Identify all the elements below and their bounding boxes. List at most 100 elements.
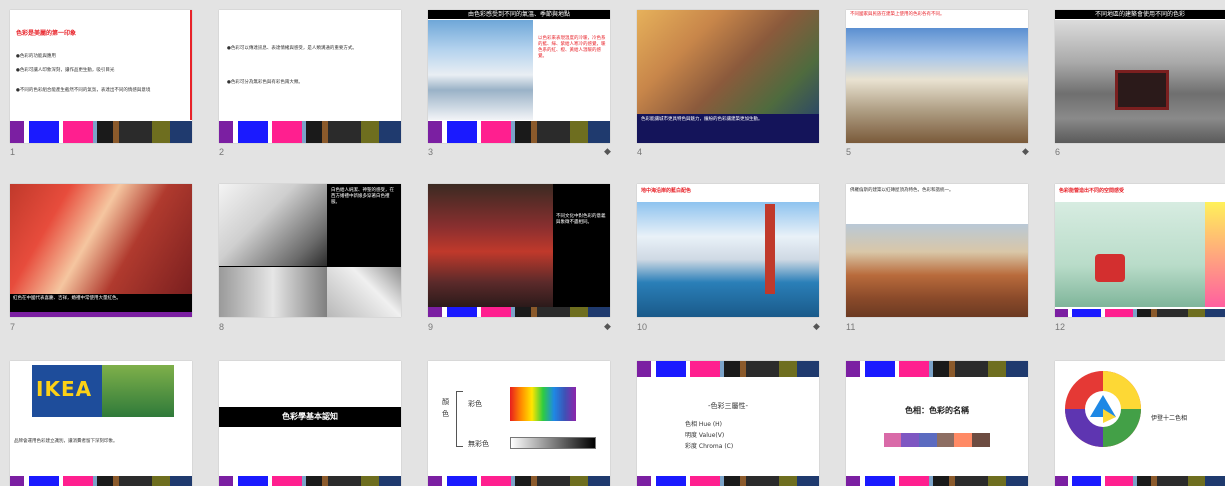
color-strip-top: [846, 361, 1028, 377]
color-strip: [1055, 476, 1225, 486]
slide-thumbnail-16[interactable]: -色彩三屬性- 色相 Hue (H) 明度 Value(V) 彩度 Chroma…: [637, 361, 819, 486]
slide-thumbnail-11[interactable]: 佛羅倫斯的建築以紅磚屋頂為特色，色彩和諧統一。: [846, 184, 1028, 317]
slide-thumbnail-10[interactable]: 地中海沿岸的藍白配色: [637, 184, 819, 317]
slide-number: 4: [637, 147, 643, 157]
strip-swatch: [446, 307, 477, 317]
slide-thumbnail-1[interactable]: 色彩是美麗的第一印象 ●色彩的功能與應用 ●色彩可讓人印象深刻，讓作品更生動，吸…: [10, 10, 192, 143]
strip-swatch: [151, 476, 171, 486]
strip-swatch: [690, 361, 721, 377]
slide-thumbnail-17[interactable]: 色相：色彩的名稱: [846, 361, 1028, 486]
strip-swatch: [306, 476, 323, 486]
slide-number: 6: [1055, 147, 1061, 157]
strip-swatch: [306, 121, 323, 143]
strip-swatch: [515, 307, 532, 317]
slide-title: 色彩是美麗的第一印象: [16, 30, 77, 37]
slide-thumbnail-5[interactable]: 不同國家與民族在建築上使用的色彩各有不同。: [846, 10, 1028, 143]
strip-swatch: [63, 121, 94, 143]
strip-swatch: [151, 121, 171, 143]
ikea-logo: IKEA: [36, 377, 93, 401]
hands-photo: [219, 267, 327, 317]
strip-swatch: [899, 476, 930, 486]
slide-title: 色彩能營造出不同的空間感受: [1059, 188, 1125, 194]
slide-thumbnail-4[interactable]: 色彩能讓城市更具特色與魅力，繽紛的色彩讓建築更加生動。: [637, 10, 819, 143]
list-item: 明度 Value(V): [685, 432, 725, 439]
slide-thumbnail-9[interactable]: 不同文化中對色彩的意義與象徵不盡相同。: [428, 184, 610, 317]
color-strip: [10, 121, 192, 143]
strip-swatch: [1055, 476, 1069, 486]
strip-swatch: [1104, 309, 1133, 317]
strip-swatch: [428, 307, 443, 317]
slide-bullet: ●色彩的功能與應用: [16, 54, 56, 59]
strip-swatch: [1006, 476, 1028, 486]
slide-thumbnail-2[interactable]: ●色彩可以傳達訊息、表達情緒與感受，是人類溝通的重要方式。 ●色彩可分為無彩色與…: [219, 10, 401, 143]
grayscale-swatch: [510, 437, 596, 449]
strip-swatch: [954, 476, 988, 486]
shoes-photo: [327, 267, 401, 317]
slide-bullet: ●色彩可分為無彩色與有彩色兩大類。: [227, 80, 303, 85]
color-strip: [219, 121, 401, 143]
slide-caption: 色彩能讓城市更具特色與魅力，繽紛的色彩讓建築更加生動。: [641, 117, 763, 122]
strip-swatch: [987, 476, 1007, 486]
strip-swatch: [899, 361, 930, 377]
strip-swatch: [481, 121, 512, 143]
slide-thumbnail-15[interactable]: 顏色 彩色 無彩色: [428, 361, 610, 486]
slide-thumbnail-3[interactable]: 由色彩感受到不同的氣溫、季節與地點 以色彩來表現溫度的冷暖，冷色系的藍、綠、紫給…: [428, 10, 610, 143]
strip-swatch: [170, 121, 192, 143]
slide-number: 10: [637, 322, 648, 332]
slide-caption: 紅色在中國代表喜慶、吉祥，婚禮中常使用大量紅色。: [13, 296, 121, 301]
bride-photo: [219, 184, 327, 266]
door-detail: [1115, 70, 1169, 110]
strip-swatch: [28, 476, 59, 486]
slide-text: 品牌會運用色彩建立識別，讓消費者留下深刻印象。: [14, 439, 118, 444]
strip-swatch: [237, 476, 268, 486]
strip-swatch: [1156, 309, 1188, 317]
strip-swatch: [170, 476, 192, 486]
strip-swatch: [1136, 476, 1152, 486]
strip-swatch: [10, 121, 25, 143]
slide-thumbnail-14[interactable]: 色彩學基本認知: [219, 361, 401, 486]
slide-thumbnail-6[interactable]: 不同地區的建築會使用不同的色彩: [1055, 10, 1225, 143]
section-banner: 色彩學基本認知: [219, 407, 401, 427]
strip-swatch: [360, 121, 380, 143]
strip-swatch: [118, 476, 152, 486]
slide-thumbnail-13[interactable]: IKEA 品牌會運用色彩建立識別，讓消費者留下深刻印象。: [10, 361, 192, 486]
ikea-interior-photo: [102, 365, 174, 417]
strip-swatch: [1156, 476, 1188, 486]
strip-swatch: [778, 476, 798, 486]
strip-swatch: [987, 361, 1007, 377]
red-pillar: [765, 204, 775, 294]
strip-swatch: [569, 121, 589, 143]
strip-swatch: [446, 476, 477, 486]
strip-swatch: [1006, 361, 1028, 377]
slide-text: 佛羅倫斯的建築以紅磚屋頂為特色，色彩和諧統一。: [850, 188, 954, 193]
strip-swatch: [118, 121, 152, 143]
strip-swatch: [637, 476, 652, 486]
strip-swatch: [1204, 476, 1225, 486]
slide-number: 2: [219, 147, 225, 157]
strip-swatch: [655, 476, 686, 486]
slide-thumbnail-18[interactable]: 伊登十二色相: [1055, 361, 1225, 486]
strip-swatch: [1204, 309, 1225, 317]
color-strip: [846, 476, 1028, 486]
slide-number: 7: [10, 322, 16, 332]
strip-swatch: [1072, 309, 1101, 317]
strip-swatch: [446, 121, 477, 143]
slide-thumbnail-8[interactable]: 白色給人純潔、神聖的感受，在西方婚禮中新娘多穿著白色禮服。: [219, 184, 401, 317]
strip-swatch: [272, 121, 303, 143]
slide-thumbnail-7[interactable]: 紅色在中國代表喜慶、吉祥，婚禮中常使用大量紅色。: [10, 184, 192, 317]
slide-thumbnail-12[interactable]: 色彩能營造出不同的空間感受: [1055, 184, 1225, 317]
color-strip: [637, 476, 819, 486]
room-photo: [1055, 202, 1205, 307]
tibetan-building-photo: [846, 28, 1028, 143]
strip-swatch: [588, 476, 610, 486]
transition-icon: ◆: [604, 147, 611, 157]
list-item: 彩度 Chroma (C): [685, 443, 734, 450]
slide-number: 5: [846, 147, 852, 157]
slide-text: 不同國家與民族在建築上使用的色彩各有不同。: [850, 12, 945, 17]
strip-swatch: [219, 476, 234, 486]
strip-swatch: [655, 361, 686, 377]
chromatic-label: 彩色: [468, 400, 482, 408]
slide-side-text: 白色給人純潔、神聖的感受，在西方婚禮中新娘多穿著白色禮服。: [331, 188, 394, 205]
strip-swatch: [237, 121, 268, 143]
strip-swatch: [536, 307, 570, 317]
